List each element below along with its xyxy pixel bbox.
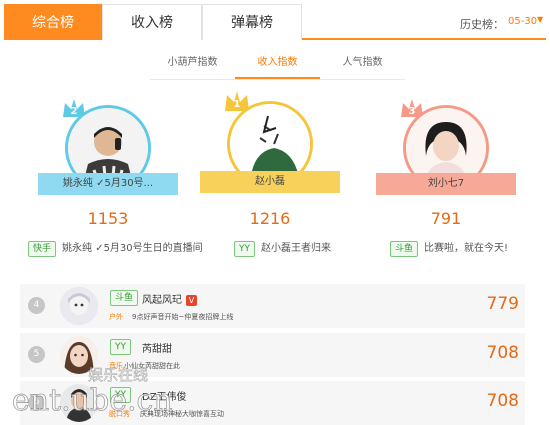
room-title: 赵小磊王者归来	[261, 243, 331, 254]
anchor-name-text: 风起风玘	[142, 295, 182, 306]
tab-income[interactable]: 收入榜	[102, 4, 202, 40]
verified-badge: V	[186, 294, 197, 306]
podium-rank-3[interactable]: 3 刘小七7 791	[376, 99, 526, 235]
category-label: 音乐	[109, 362, 123, 370]
chevron-down-icon[interactable]: ▼	[537, 15, 543, 24]
subtab-income-index[interactable]: 收入指数	[235, 50, 320, 79]
platform-tag: YY	[110, 339, 131, 355]
anchor-description[interactable]: 快手 姚永纯 ✓5月30号生日的直播间	[28, 240, 203, 260]
room-title: 9点好声音开始~仲夏夜招牌上线	[132, 313, 234, 321]
tab-overall[interactable]: 综合榜	[4, 4, 102, 40]
platform-tag: 斗鱼	[390, 241, 419, 257]
avatar	[60, 384, 98, 422]
podium-rank-1[interactable]: 1 赵小磊 1216	[200, 91, 350, 235]
subtab-xiaohulu-index[interactable]: 小葫芦指数	[150, 50, 235, 79]
anchor-name: 赵小磊	[255, 176, 285, 187]
anchor-score: 708	[486, 391, 519, 411]
subtab-popularity-index[interactable]: 人气指数	[320, 50, 405, 79]
history-label: 历史榜：	[460, 18, 504, 31]
history-date-select[interactable]: 05-30	[508, 16, 537, 27]
anchor-name: 刘小七7	[427, 178, 465, 189]
room-title: 庆典现场神秘大咖惊喜互动	[140, 410, 224, 418]
category-label: 脱口秀	[109, 410, 130, 418]
platform-tag: YY	[234, 241, 255, 257]
anchor-name: 芮甜甜	[142, 344, 172, 355]
platform-tag: 斗鱼	[110, 290, 139, 306]
room-title: 比赛啦，就在今天!	[424, 243, 509, 254]
platform-tag: YY	[110, 387, 131, 403]
podium-rank-2[interactable]: 2 姚永纯 ✓5月30号... 1153	[38, 99, 188, 235]
table-row[interactable]: 4 斗鱼 风起风玘 V 户外 9点好声音开始~仲夏夜招牌上线 779	[20, 284, 525, 328]
ranking-tab-bar: 综合榜 收入榜 弹幕榜 历史榜： 05-30 ▼	[4, 4, 546, 40]
rank-badge: 6	[28, 394, 45, 411]
category-label: 户外	[109, 313, 123, 321]
table-row[interactable]: 5 YY 芮甜甜 音乐 小仙女芮甜甜在此 708	[20, 333, 525, 377]
table-row[interactable]: 6 YY DZ王伟俊 脱口秀 庆典现场神秘大咖惊喜互动 708	[20, 381, 525, 425]
anchor-name: 风起风玘 V	[142, 291, 197, 306]
anchor-name-ribbon: 姚永纯 ✓5月30号...	[38, 173, 178, 195]
room-title: 小仙女芮甜甜在此	[124, 362, 180, 370]
rank-badge: 5	[28, 346, 45, 363]
tab-danmaku[interactable]: 弹幕榜	[202, 4, 302, 40]
index-subtabs: 小葫芦指数 收入指数 人气指数	[150, 50, 405, 80]
anchor-score: 779	[486, 294, 519, 314]
anchor-description[interactable]: 斗鱼 比赛啦，就在今天!	[390, 240, 508, 260]
avatar	[60, 287, 98, 325]
avatar	[60, 336, 98, 374]
anchor-score: 1216	[249, 209, 291, 228]
anchor-score: 1153	[87, 209, 129, 228]
anchor-score: 708	[486, 343, 519, 363]
anchor-name-ribbon: 赵小磊	[200, 171, 340, 193]
anchor-name: DZ王伟俊	[142, 392, 187, 403]
room-title: 姚永纯 ✓5月30号生日的直播间	[62, 243, 203, 254]
platform-tag: 快手	[28, 241, 57, 257]
anchor-name: 姚永纯 ✓5月30号...	[62, 178, 154, 189]
anchor-score: 791	[430, 209, 462, 228]
rank-number: 1	[233, 99, 241, 110]
anchor-description[interactable]: YY 赵小磊王者归来	[234, 240, 331, 260]
rank-badge: 4	[28, 297, 45, 314]
anchor-name-ribbon: 刘小七7	[376, 173, 516, 195]
